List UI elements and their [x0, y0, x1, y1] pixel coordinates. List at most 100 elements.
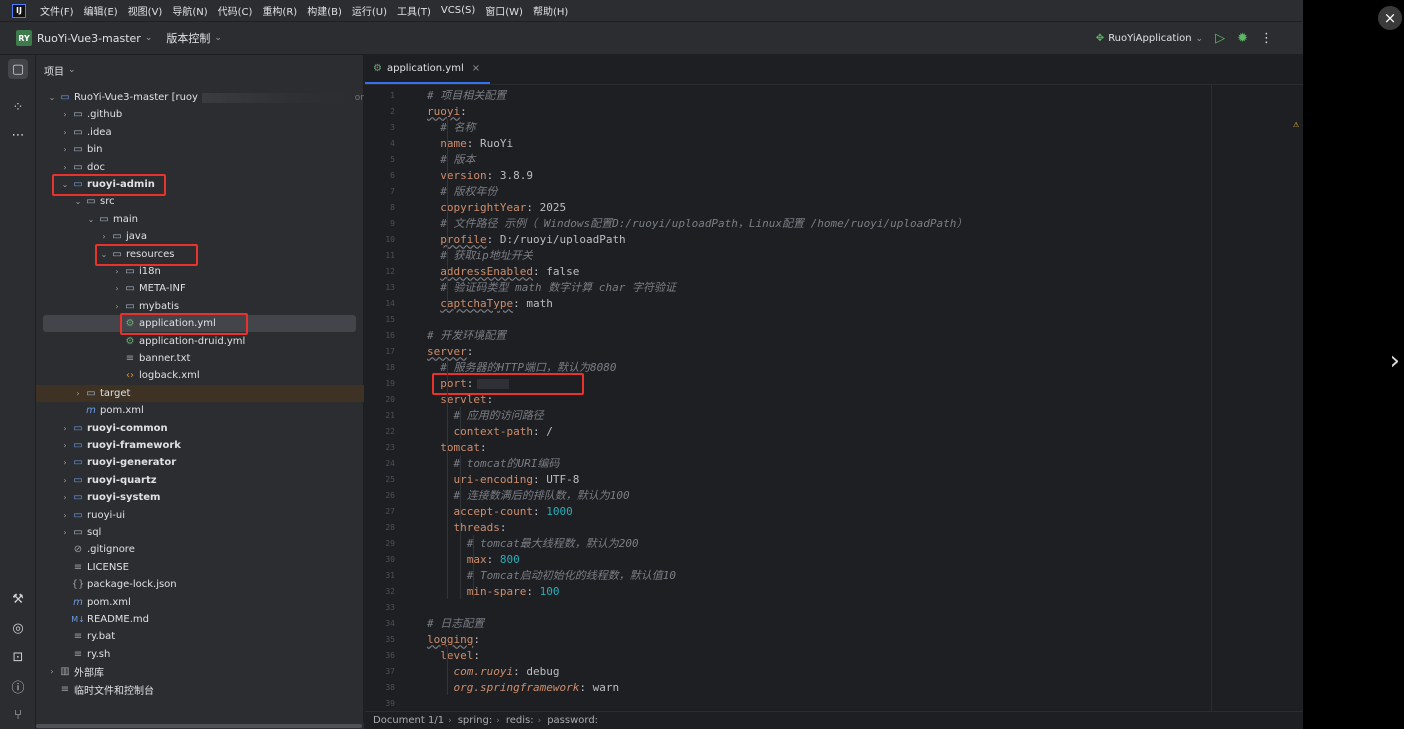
tree-item[interactable]: › ▥ 外部库: [36, 663, 364, 680]
tree-item[interactable]: ≡ ry.bat: [36, 628, 364, 645]
menu-window[interactable]: 窗口(W): [485, 3, 523, 18]
chevron-down-icon[interactable]: ⌄: [214, 33, 222, 43]
chevron-down-icon[interactable]: ⌄: [72, 197, 84, 206]
tree-item[interactable]: ≡ 临时文件和控制台: [36, 681, 364, 698]
project-panel-header[interactable]: 项目 ⌄: [36, 55, 363, 85]
tree-item[interactable]: ⌄ ▭ RuoYi-Vue3-master [ruoy or: [36, 89, 364, 106]
tree-item[interactable]: › ▭ i18n: [36, 263, 364, 280]
problems-tool-icon[interactable]: ⓘ: [8, 676, 28, 696]
breadcrumb-item[interactable]: spring:: [458, 715, 493, 726]
chevron-right-icon[interactable]: ›: [59, 493, 71, 502]
tree-item[interactable]: › ▭ ruoyi-framework: [36, 437, 364, 454]
menu-code[interactable]: 代码(C): [218, 3, 253, 18]
menu-vcs[interactable]: VCS(S): [441, 5, 475, 16]
tree-item[interactable]: › ▭ .idea: [36, 124, 364, 141]
menu-build[interactable]: 构建(B): [307, 3, 342, 18]
structure-tool-icon[interactable]: ⁘: [8, 97, 28, 117]
services-tool-icon[interactable]: ◎: [8, 618, 28, 638]
tree-item[interactable]: ⌄ ▭ main: [36, 211, 364, 228]
menu-edit[interactable]: 编辑(E): [84, 3, 118, 18]
tree-item[interactable]: {} package-lock.json: [36, 576, 364, 593]
chevron-down-icon[interactable]: ⌄: [145, 33, 153, 43]
chevron-right-icon[interactable]: ›: [98, 232, 110, 241]
tree-item[interactable]: › ▭ ruoyi-quartz: [36, 472, 364, 489]
tree-item[interactable]: ≡ ry.sh: [36, 646, 364, 663]
scrollbar-thumb[interactable]: [36, 724, 362, 728]
close-icon[interactable]: ×: [472, 63, 480, 74]
tree-item[interactable]: › ▭ META-INF: [36, 280, 364, 297]
chevron-right-icon[interactable]: ›: [111, 302, 123, 311]
menu-refactor[interactable]: 重构(R): [262, 3, 297, 18]
chevron-down-icon[interactable]: ⌄: [85, 215, 97, 224]
breadcrumb-item[interactable]: password:: [547, 715, 598, 726]
tree-item[interactable]: › ▭ ruoyi-generator: [36, 454, 364, 471]
chevron-right-icon[interactable]: ›: [59, 424, 71, 433]
chevron-right-icon[interactable]: ›: [59, 128, 71, 137]
code-area[interactable]: ⚠ 1 # 项目相关配置 2 ruoyi: 3 # 名称 4 name: RuoYi 5 #…: [365, 85, 1303, 715]
tree-item[interactable]: ≡ LICENSE: [36, 559, 364, 576]
tree-item[interactable]: › ▭ bin: [36, 141, 364, 158]
run-icon[interactable]: ▷: [1215, 31, 1225, 46]
debug-icon[interactable]: ✹: [1237, 31, 1248, 46]
chevron-right-icon[interactable]: ›: [59, 476, 71, 485]
build-tool-icon[interactable]: ⚒: [8, 589, 28, 609]
chevron-right-icon[interactable]: ›: [59, 441, 71, 450]
tree-item[interactable]: ⌄ ▭ ruoyi-admin: [36, 176, 364, 193]
app-logo-icon[interactable]: IJ: [12, 3, 26, 18]
project-name-dropdown[interactable]: RuoYi-Vue3-master: [37, 32, 141, 45]
menu-tools[interactable]: 工具(T): [397, 3, 431, 18]
tree-item[interactable]: › ▭ ruoyi-common: [36, 420, 364, 437]
chevron-right-icon[interactable]: ›: [46, 667, 58, 676]
chevron-right-icon[interactable]: ›: [59, 163, 71, 172]
tree-item[interactable]: m pom.xml: [36, 594, 364, 611]
chevron-right-icon[interactable]: ›: [72, 389, 84, 398]
menu-file[interactable]: 文件(F): [40, 3, 74, 18]
tree-item[interactable]: ≡ banner.txt: [36, 350, 364, 367]
tree-item[interactable]: ⌄ ▭ src: [36, 193, 364, 210]
chevron-right-icon[interactable]: ›: [59, 528, 71, 537]
terminal-tool-icon[interactable]: ⊡: [8, 647, 28, 667]
menu-view[interactable]: 视图(V): [128, 3, 163, 18]
tree-item[interactable]: › ▭ .github: [36, 106, 364, 123]
more-actions-icon[interactable]: ⋮: [1260, 31, 1273, 46]
tree-item[interactable]: › ▭ ruoyi-ui: [36, 507, 364, 524]
chevron-right-icon[interactable]: ›: [59, 110, 71, 119]
chevron-right-icon[interactable]: ›: [111, 284, 123, 293]
project-tool-icon[interactable]: ▢: [8, 59, 28, 79]
menu-run[interactable]: 运行(U): [352, 3, 387, 18]
tree-item[interactable]: ⚙ application-druid.yml: [36, 333, 364, 350]
git-tool-icon[interactable]: ⑂: [8, 705, 28, 725]
chevron-right-icon[interactable]: ›: [59, 458, 71, 467]
tree-item[interactable]: M↓ README.md: [36, 611, 364, 628]
tab-application-yml[interactable]: ⚙ application.yml ×: [365, 54, 491, 84]
chevron-down-icon[interactable]: ⌄: [59, 180, 71, 189]
tree-item[interactable]: › ▭ java: [36, 228, 364, 245]
chevron-right-icon[interactable]: ›: [59, 145, 71, 154]
menu-help[interactable]: 帮助(H): [533, 3, 568, 18]
tree-item[interactable]: › ▭ mybatis: [36, 298, 364, 315]
tree-item[interactable]: › ▭ sql: [36, 524, 364, 541]
chevron-right-icon[interactable]: ›: [59, 511, 71, 520]
chevron-down-icon[interactable]: ⌄: [68, 65, 76, 75]
close-icon[interactable]: ×: [1378, 6, 1402, 30]
project-badge-icon[interactable]: RY: [16, 30, 32, 46]
menu-navigate[interactable]: 导航(N): [172, 3, 207, 18]
chevron-down-icon[interactable]: ⌄: [98, 250, 110, 259]
tree-item[interactable]: ⊘ .gitignore: [36, 541, 364, 558]
tree-item[interactable]: › ▭ ruoyi-system: [36, 489, 364, 506]
tree-item[interactable]: ⚙ application.yml: [43, 315, 356, 333]
tree-item[interactable]: › ▭ doc: [36, 159, 364, 176]
chevron-down-icon[interactable]: ⌄: [46, 93, 58, 102]
vcs-dropdown[interactable]: 版本控制: [166, 30, 210, 46]
horizontal-scrollbar[interactable]: [36, 723, 364, 729]
more-tools-icon[interactable]: ⋯: [8, 125, 28, 145]
chevron-right-icon[interactable]: ›: [111, 267, 123, 276]
tree-item[interactable]: m pom.xml: [36, 402, 364, 419]
run-config-dropdown[interactable]: ✥ RuoYiApplication ⌄: [1096, 33, 1203, 44]
tree-item[interactable]: › ▭ target: [36, 384, 364, 402]
tree-item[interactable]: ⌄ ▭ resources: [36, 246, 364, 263]
tree-item[interactable]: ‹› logback.xml: [36, 367, 364, 384]
breadcrumb-item[interactable]: Document 1/1: [373, 715, 444, 726]
breadcrumb-item[interactable]: redis:: [506, 715, 534, 726]
chevron-right-icon[interactable]: ›: [1390, 346, 1400, 376]
